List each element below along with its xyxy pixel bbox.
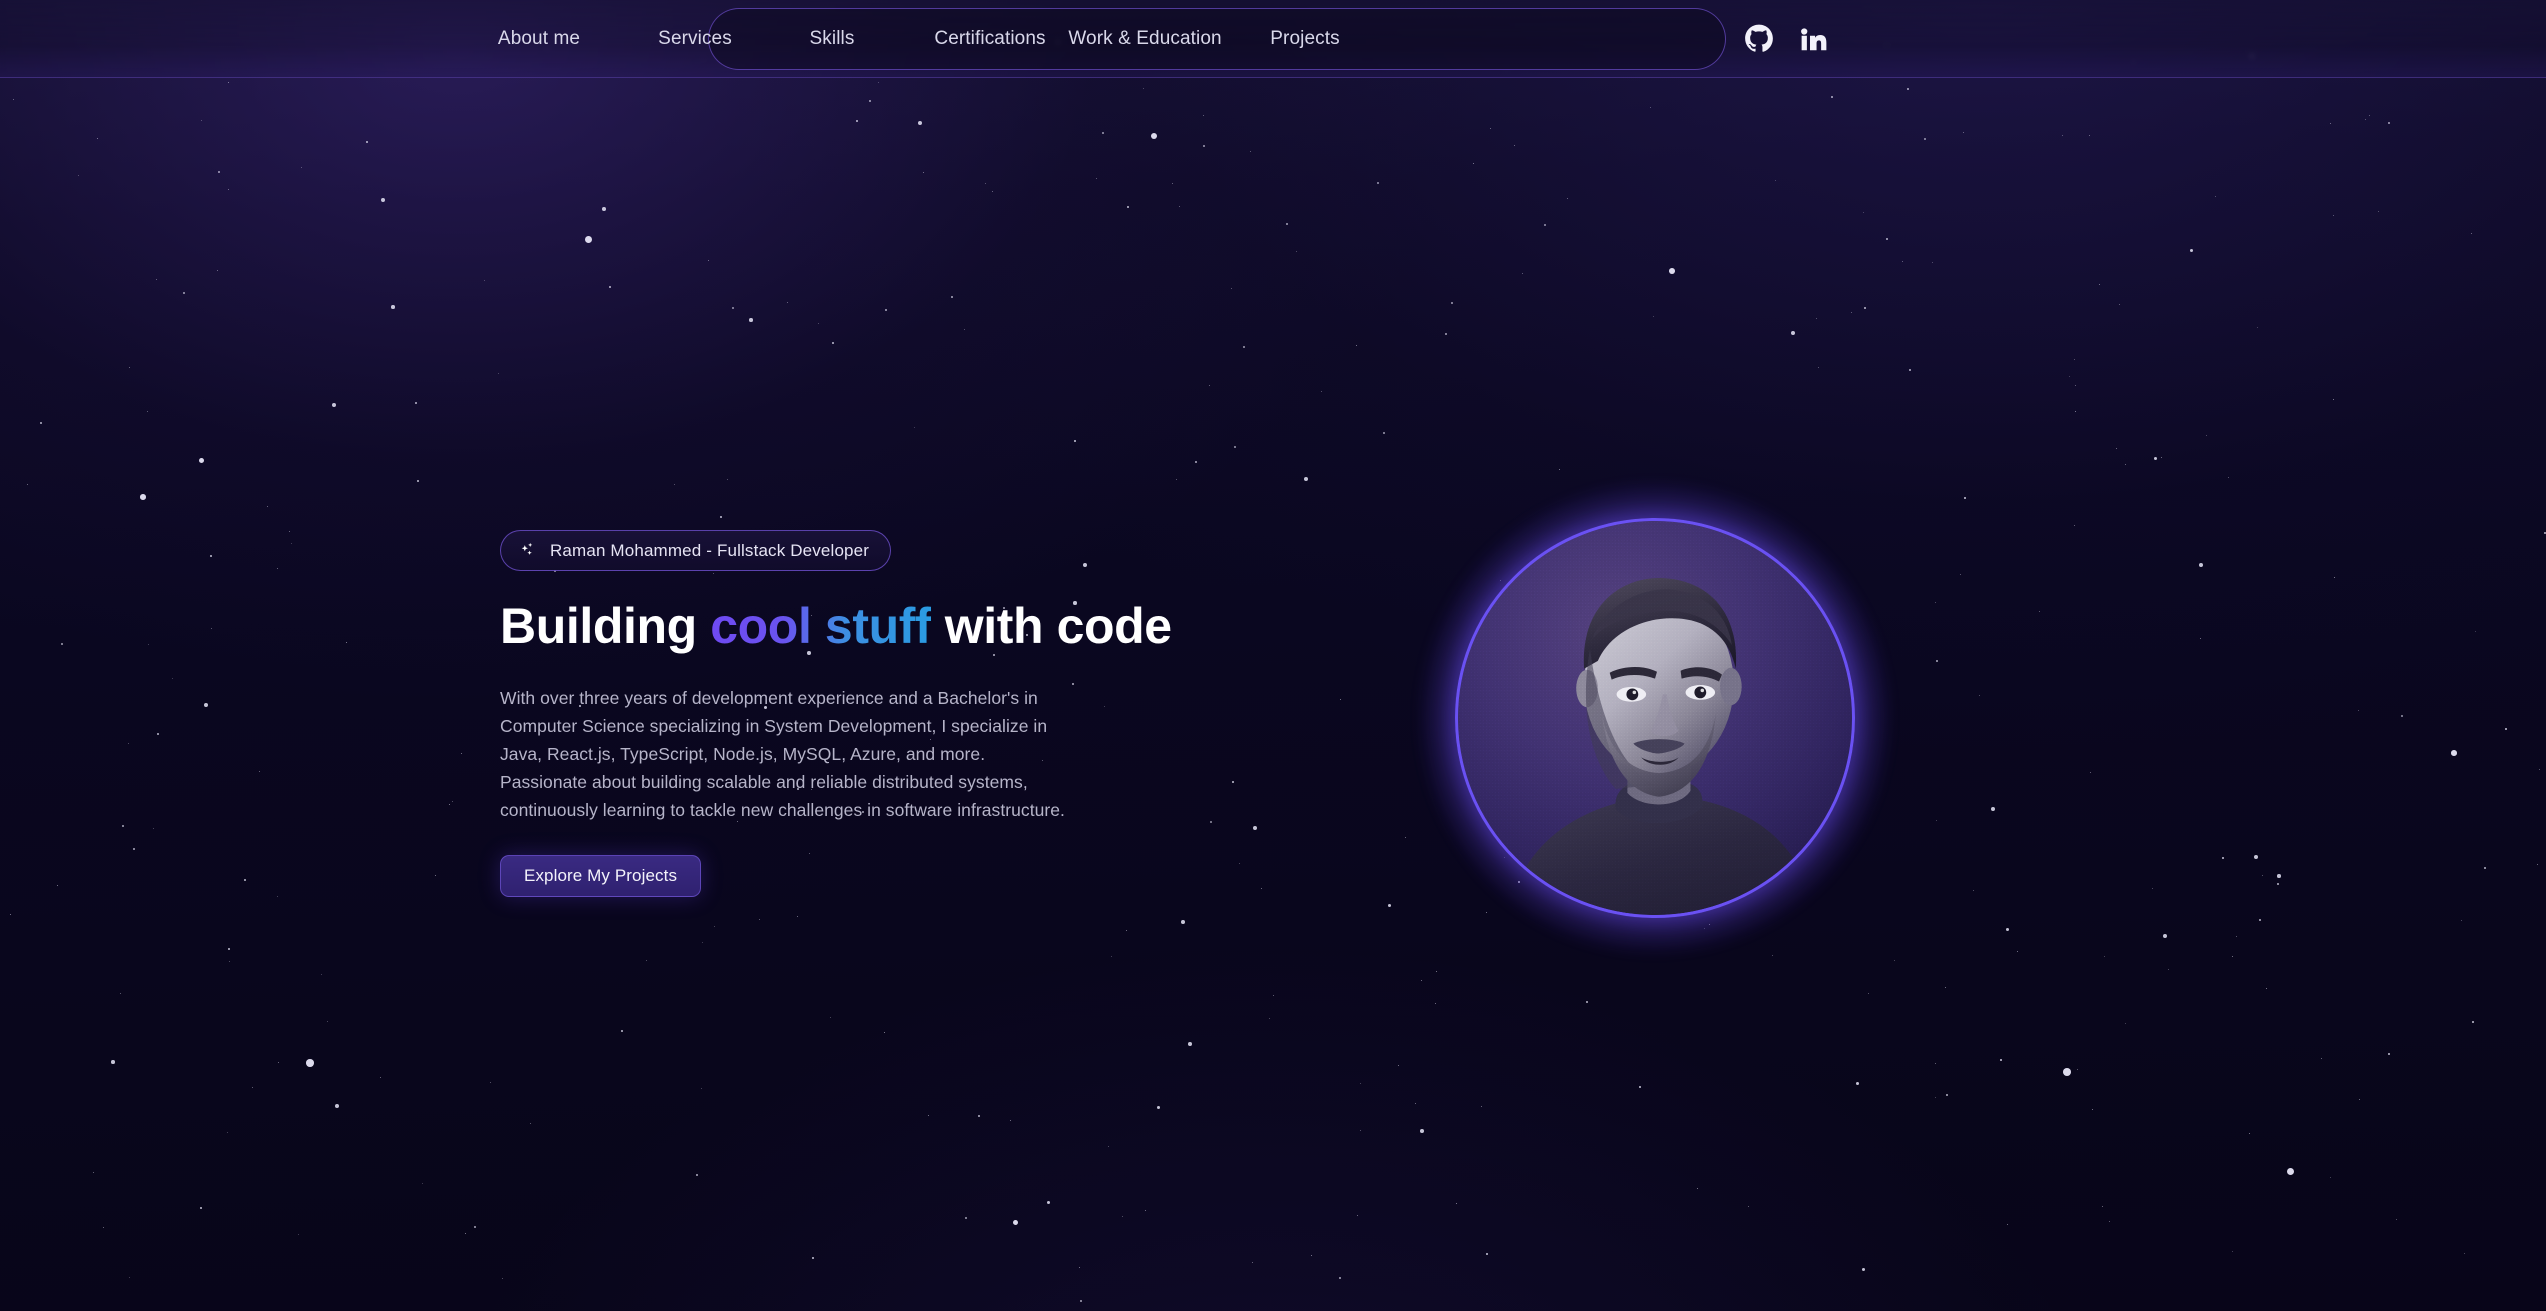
sparkles-icon (518, 541, 537, 560)
explore-my-projects-button[interactable]: Explore My Projects (500, 855, 702, 897)
page-root: About me Services Skills Certifications Work… (0, 0, 2546, 1311)
hero-title-before: Building (500, 598, 711, 654)
hero-title: Building cool stuff with code (500, 598, 1400, 654)
site-header: About me Services Skills Certifications Work… (0, 0, 2546, 78)
nav-work-education[interactable]: Work & Education (1068, 28, 1221, 50)
portrait-photo (1458, 521, 1852, 915)
nav-certifications[interactable]: Certifications (934, 28, 1045, 50)
hero-description: With over three years of development exp… (500, 688, 1065, 820)
nav-projects[interactable]: Projects (1270, 28, 1339, 50)
nav-about-me[interactable]: About me (498, 28, 580, 50)
hero-section: Raman Mohammed - Fullstack Developer Bui… (0, 78, 2546, 1311)
nav-services[interactable]: Services (658, 28, 732, 50)
hero-title-after: with code (931, 598, 1172, 654)
linkedin-icon[interactable] (1798, 24, 1828, 54)
hero-title-accent: cool stuff (710, 598, 932, 654)
primary-navigation: About me Services Skills Certifications Work… (498, 8, 1726, 70)
social-links (1744, 24, 1828, 54)
hero-badge: Raman Mohammed - Fullstack Developer (500, 530, 892, 571)
hero-copy: Raman Mohammed - Fullstack Developer Bui… (500, 530, 1400, 897)
hero-badge-text: Raman Mohammed - Fullstack Developer (550, 540, 870, 560)
nav-skills[interactable]: Skills (810, 28, 855, 50)
github-icon[interactable] (1744, 24, 1774, 54)
hero-portrait (1421, 484, 1889, 952)
portrait-ring (1455, 518, 1855, 918)
